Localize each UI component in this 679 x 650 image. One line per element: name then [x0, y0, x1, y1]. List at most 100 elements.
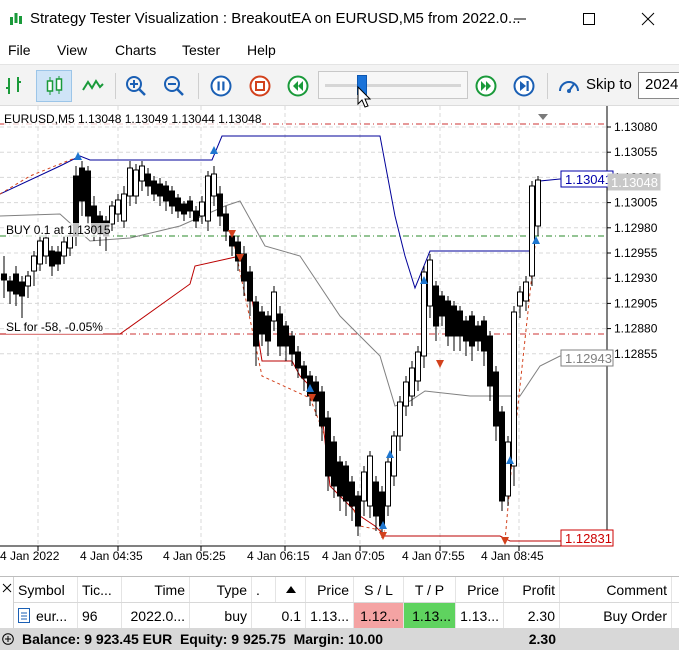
candle-body: [505, 441, 511, 497]
col-price-current[interactable]: Price: [456, 577, 504, 602]
step-forward-button[interactable]: [508, 70, 540, 102]
document-icon: [18, 608, 30, 623]
candle-body: [475, 325, 481, 342]
zoom-out-button[interactable]: [158, 70, 190, 102]
skip-to-label: Skip to: [586, 76, 632, 93]
candle-body: [259, 311, 265, 335]
price-chart[interactable]: 1.130801.130551.130301.130051.129801.129…: [0, 106, 679, 574]
candle-body: [157, 183, 163, 197]
menu-charts[interactable]: Charts: [115, 42, 156, 58]
candle-body: [445, 300, 451, 337]
pause-icon: [210, 75, 232, 97]
candle-body: [205, 175, 211, 222]
candle-body: [385, 461, 391, 507]
candle-body: [1, 273, 7, 281]
col-volume[interactable]: .: [252, 577, 276, 602]
maximize-button[interactable]: [566, 0, 612, 38]
candle-body: [469, 315, 475, 347]
candle-body: [151, 180, 157, 195]
price-badge-label: 1.12831: [565, 531, 612, 546]
skip-to-date-input[interactable]: 2024: [638, 72, 679, 99]
price-tick-label: 1.13055: [614, 145, 658, 159]
candle-body: [271, 291, 277, 322]
minimize-icon: [514, 18, 526, 20]
menu-bar: File View Charts Tester Help: [0, 38, 679, 64]
close-button[interactable]: [625, 0, 671, 38]
candle-body: [67, 235, 73, 249]
col-price-open[interactable]: Price: [306, 577, 354, 602]
cell-take-profit[interactable]: 1.13...: [404, 603, 456, 628]
candle-body: [511, 311, 517, 467]
menu-help[interactable]: Help: [247, 42, 276, 58]
candle-body: [133, 169, 139, 197]
candle-body: [373, 481, 379, 517]
close-icon[interactable]: [2, 583, 12, 593]
candlestick-chart-button[interactable]: [36, 70, 72, 102]
cell-stop-loss[interactable]: 1.12...: [354, 603, 404, 628]
candle-body: [79, 167, 85, 202]
candle-body: [457, 310, 463, 337]
candle-body: [139, 165, 145, 182]
candle-body: [427, 259, 433, 307]
candle-body: [211, 173, 217, 197]
step-forward-icon: [513, 75, 535, 97]
col-profit[interactable]: Profit: [504, 577, 560, 602]
candle-body: [463, 320, 469, 342]
cell-type: buy: [190, 603, 252, 628]
candle-body: [481, 320, 487, 352]
candle-body: [181, 203, 187, 215]
price-tick-label: 1.13080: [614, 120, 658, 134]
candle-body: [301, 365, 307, 379]
menu-view[interactable]: View: [57, 42, 87, 58]
stop-loss-label: SL for -58, -0.05%: [6, 320, 103, 334]
price-tick-label: 1.12980: [614, 221, 658, 235]
table-row[interactable]: eur... 96 2022.0... buy 0.1 1.13... 1.12…: [14, 603, 679, 628]
cell-symbol: eur...: [14, 603, 78, 628]
candle-body: [379, 491, 385, 527]
slow-down-button[interactable]: [282, 70, 314, 102]
col-comment[interactable]: Comment: [560, 577, 672, 602]
time-tick-label: 4 Jan 07:55: [402, 549, 465, 563]
price-badge-label: 1.12943: [565, 351, 612, 366]
candle-body: [283, 325, 289, 347]
col-take-profit[interactable]: T / P: [404, 577, 456, 602]
menu-file[interactable]: File: [8, 42, 31, 58]
candle-body: [517, 291, 523, 307]
stop-button[interactable]: [244, 70, 276, 102]
price-badge-label: 1.13041: [565, 172, 612, 187]
zoom-in-icon: [126, 76, 146, 96]
candle-body: [175, 197, 181, 212]
menu-tester[interactable]: Tester: [182, 42, 220, 58]
balance-profit: 2.30: [528, 631, 556, 647]
speed-slider[interactable]: [318, 71, 468, 99]
candle-body: [421, 271, 427, 357]
col-stop-loss[interactable]: S / L: [354, 577, 404, 602]
col-sort[interactable]: [276, 577, 306, 602]
candle-body: [7, 280, 13, 292]
zoom-in-button[interactable]: [120, 70, 152, 102]
cell-ticket: 96: [78, 603, 122, 628]
price-tick-label: 1.12905: [614, 296, 658, 310]
candle-body: [439, 295, 445, 317]
sort-ascending-icon: [285, 586, 296, 593]
symbol-info: EURUSD,M5 1.13048 1.13049 1.13044 1.1304…: [4, 112, 262, 126]
col-symbol[interactable]: Symbol: [14, 577, 78, 602]
candle-body: [535, 179, 541, 227]
col-ticket[interactable]: Tic...: [78, 577, 122, 602]
col-type[interactable]: Type: [190, 577, 252, 602]
bar-chart-button[interactable]: [0, 70, 30, 102]
speed-up-button[interactable]: [470, 70, 502, 102]
line-chart-button[interactable]: [76, 70, 110, 102]
candle-body: [43, 237, 49, 257]
candle-body: [109, 205, 115, 225]
candle-body: [523, 281, 529, 302]
plus-circle-icon[interactable]: [2, 633, 14, 645]
col-time[interactable]: Time: [122, 577, 190, 602]
rewind-icon: [287, 75, 309, 97]
time-tick-label: 4 Jan 06:15: [247, 549, 310, 563]
app-icon: [10, 13, 22, 25]
skip-to-button[interactable]: [554, 70, 584, 102]
pause-button[interactable]: [205, 70, 237, 102]
minimize-button[interactable]: [497, 0, 543, 38]
cell-volume: 0.1: [252, 603, 306, 628]
